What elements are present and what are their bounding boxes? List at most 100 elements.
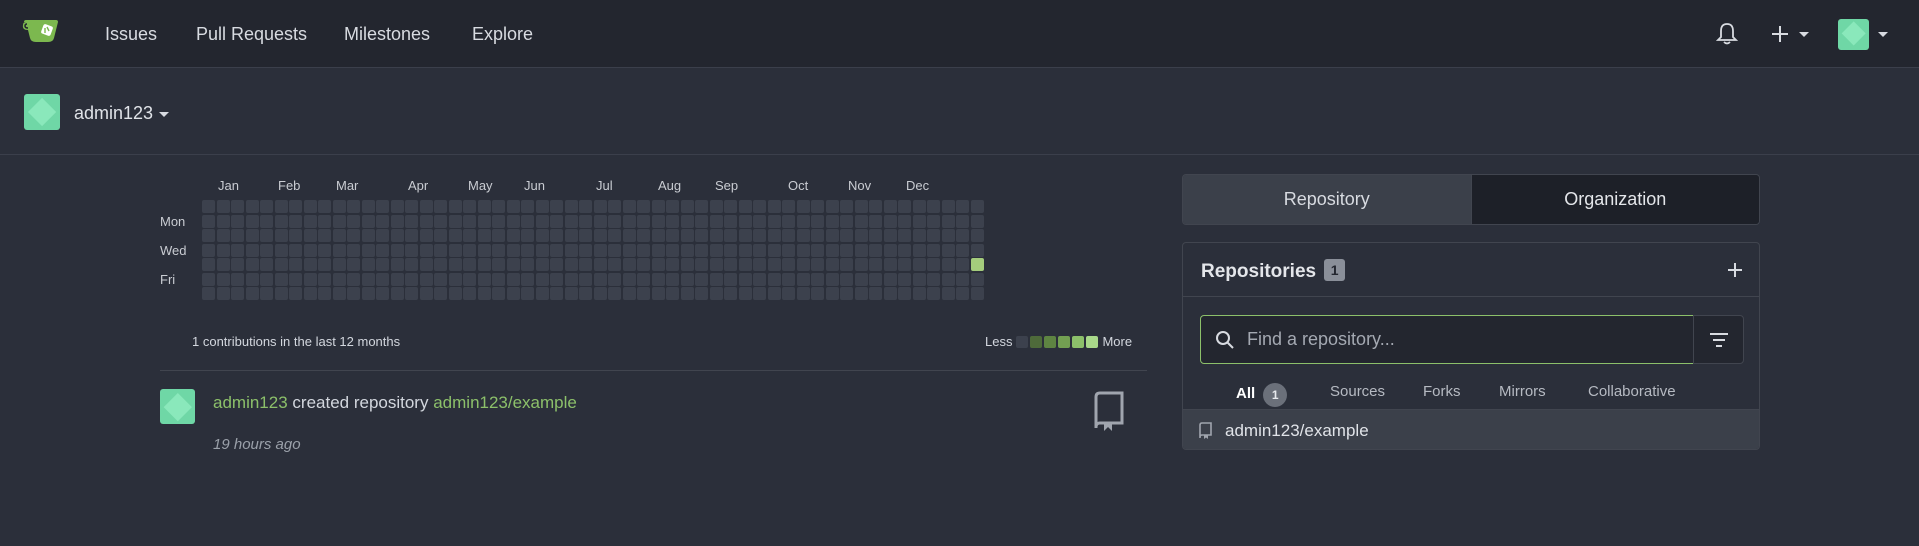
heatmap-cell[interactable] xyxy=(434,214,447,228)
heatmap-cell[interactable] xyxy=(854,214,868,228)
heatmap-cell[interactable] xyxy=(898,287,911,300)
heatmap-cell[interactable] xyxy=(869,243,882,257)
heatmap-cell[interactable] xyxy=(347,287,360,300)
heatmap-cell[interactable] xyxy=(593,258,607,271)
heatmap-cell[interactable] xyxy=(550,214,563,228)
heatmap-cell[interactable] xyxy=(390,243,404,257)
heatmap-cell[interactable] xyxy=(492,272,505,286)
heatmap-cell[interactable] xyxy=(941,243,955,257)
heatmap-cell[interactable] xyxy=(434,243,447,257)
heatmap-cell[interactable] xyxy=(869,258,882,271)
heatmap-cell[interactable] xyxy=(564,200,578,213)
heatmap-cell[interactable] xyxy=(318,258,331,271)
heatmap-cell[interactable] xyxy=(274,258,288,271)
heatmap-cell[interactable] xyxy=(376,214,389,228)
heatmap-cell[interactable] xyxy=(753,272,766,286)
heatmap-cell[interactable] xyxy=(622,243,636,257)
filter-sources[interactable]: Sources xyxy=(1330,383,1385,400)
heatmap-cell[interactable] xyxy=(361,229,375,242)
heatmap-cell[interactable] xyxy=(260,243,273,257)
filter-button[interactable] xyxy=(1693,315,1744,364)
heatmap-cell[interactable] xyxy=(347,272,360,286)
heatmap-cell[interactable] xyxy=(202,214,215,228)
heatmap-cell[interactable] xyxy=(941,200,955,213)
heatmap-cell[interactable] xyxy=(535,287,549,300)
heatmap-cell[interactable] xyxy=(666,258,679,271)
heatmap-cell[interactable] xyxy=(390,272,404,286)
heatmap-cell[interactable] xyxy=(260,200,273,213)
heatmap-cell[interactable] xyxy=(898,200,911,213)
heatmap-cell[interactable] xyxy=(622,229,636,242)
heatmap-cell[interactable] xyxy=(332,287,346,300)
heatmap-cell[interactable] xyxy=(318,243,331,257)
heatmap-cell[interactable] xyxy=(506,243,520,257)
heatmap-cell[interactable] xyxy=(593,243,607,257)
heatmap-cell[interactable] xyxy=(492,214,505,228)
heatmap-cell[interactable] xyxy=(579,243,592,257)
heatmap-cell[interactable] xyxy=(593,272,607,286)
heatmap-cell[interactable] xyxy=(463,200,476,213)
heatmap-cell[interactable] xyxy=(637,229,650,242)
heatmap-cell[interactable] xyxy=(840,272,853,286)
heatmap-cell[interactable] xyxy=(941,214,955,228)
heatmap-cell[interactable] xyxy=(753,214,766,228)
heatmap-cell[interactable] xyxy=(448,243,462,257)
filter-collaborative[interactable]: Collaborative xyxy=(1588,383,1676,400)
heatmap-cell[interactable] xyxy=(448,287,462,300)
heatmap-cell[interactable] xyxy=(753,287,766,300)
heatmap-cell[interactable] xyxy=(666,229,679,242)
heatmap-cell[interactable] xyxy=(825,243,839,257)
heatmap-cell[interactable] xyxy=(666,243,679,257)
heatmap-cell[interactable] xyxy=(927,258,940,271)
heatmap-cell[interactable] xyxy=(463,229,476,242)
heatmap-cell[interactable] xyxy=(289,258,302,271)
tab-organization[interactable]: Organization xyxy=(1470,175,1759,224)
heatmap-cell[interactable] xyxy=(434,229,447,242)
heatmap-cell[interactable] xyxy=(767,229,781,242)
feed-repo-link[interactable]: admin123/example xyxy=(433,393,577,412)
heatmap-cell[interactable] xyxy=(927,200,940,213)
heatmap-cell[interactable] xyxy=(898,243,911,257)
heatmap-cell[interactable] xyxy=(231,258,244,271)
heatmap-cell[interactable] xyxy=(579,200,592,213)
heatmap-cell[interactable] xyxy=(753,229,766,242)
heatmap-cell[interactable] xyxy=(535,272,549,286)
heatmap-cell[interactable] xyxy=(463,214,476,228)
heatmap-cell[interactable] xyxy=(869,287,882,300)
heatmap-cell[interactable] xyxy=(332,229,346,242)
heatmap-cell[interactable] xyxy=(405,258,418,271)
heatmap-cell[interactable] xyxy=(970,258,984,271)
heatmap-cell[interactable] xyxy=(724,258,737,271)
heatmap-cell[interactable] xyxy=(811,229,824,242)
heatmap-cell[interactable] xyxy=(622,272,636,286)
heatmap-cell[interactable] xyxy=(434,200,447,213)
heatmap-cell[interactable] xyxy=(564,287,578,300)
heatmap-cell[interactable] xyxy=(811,258,824,271)
repo-list-item[interactable]: admin123/example xyxy=(1183,409,1759,449)
heatmap-cell[interactable] xyxy=(825,229,839,242)
heatmap-cell[interactable] xyxy=(593,229,607,242)
heatmap-cell[interactable] xyxy=(898,258,911,271)
heatmap-cell[interactable] xyxy=(854,272,868,286)
heatmap-cell[interactable] xyxy=(869,214,882,228)
heatmap-cell[interactable] xyxy=(216,200,230,213)
heatmap-cell[interactable] xyxy=(579,258,592,271)
heatmap-cell[interactable] xyxy=(463,272,476,286)
heatmap-cell[interactable] xyxy=(405,243,418,257)
heatmap-cell[interactable] xyxy=(535,229,549,242)
heatmap-cell[interactable] xyxy=(637,287,650,300)
heatmap-cell[interactable] xyxy=(651,243,665,257)
heatmap-cell[interactable] xyxy=(550,287,563,300)
heatmap-cell[interactable] xyxy=(695,214,708,228)
heatmap-cell[interactable] xyxy=(608,243,621,257)
heatmap-cell[interactable] xyxy=(231,287,244,300)
heatmap-cell[interactable] xyxy=(724,200,737,213)
heatmap-cell[interactable] xyxy=(390,258,404,271)
heatmap-cell[interactable] xyxy=(738,229,752,242)
heatmap-cell[interactable] xyxy=(448,214,462,228)
heatmap-cell[interactable] xyxy=(651,272,665,286)
heatmap-cell[interactable] xyxy=(521,229,534,242)
heatmap-cell[interactable] xyxy=(738,214,752,228)
heatmap-cell[interactable] xyxy=(506,258,520,271)
heatmap-cell[interactable] xyxy=(680,214,694,228)
